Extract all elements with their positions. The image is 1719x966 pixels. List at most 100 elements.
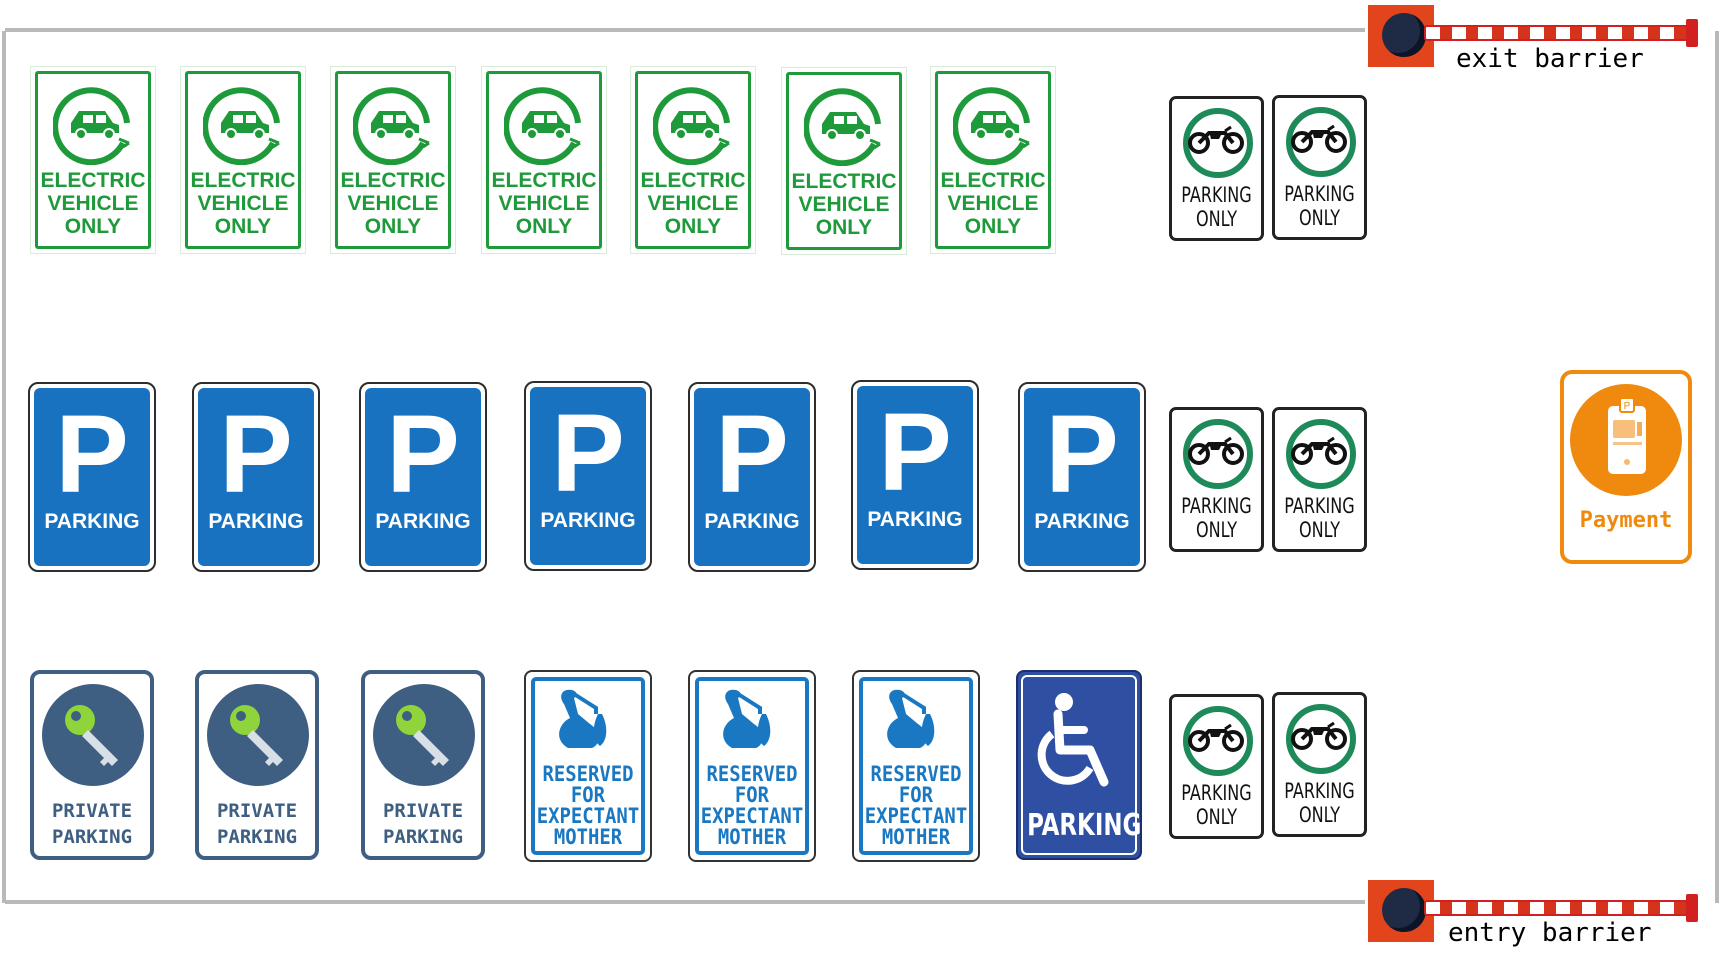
moto-sign-text: PARKING ONLY — [1282, 494, 1358, 542]
key-icon — [230, 705, 283, 766]
ev-sign-line: VEHICLE — [798, 193, 890, 216]
electric-car-icon — [504, 87, 581, 165]
stork-icon — [887, 689, 935, 748]
motorcycle-icon — [1291, 721, 1347, 750]
ev-sign-text: ELECTRIC VEHICLE ONLY — [631, 169, 755, 238]
barrier-arm-end — [1686, 19, 1698, 47]
parking-sign-label: PARKING — [208, 510, 304, 533]
moto-sign-line: ONLY — [1195, 805, 1238, 829]
stork-icon — [559, 689, 607, 748]
lot-border-left — [2, 31, 6, 903]
ev-sign-line: ELECTRIC — [791, 170, 897, 193]
private-sign-text: PRIVATE PARKING — [34, 798, 150, 850]
motorcycle-icon — [1291, 436, 1347, 465]
ev-sign-line: ONLY — [815, 216, 873, 239]
ev-sign-line: ELECTRIC — [640, 169, 746, 192]
payment-machine-icon: P — [1608, 397, 1646, 474]
private-sign-line: PARKING — [51, 826, 133, 848]
sign-panel: P PARKING — [198, 388, 314, 566]
expectant-sign-line: MOTHER — [553, 825, 623, 849]
svg-text:P: P — [1624, 401, 1631, 412]
moto-sign-line: PARKING — [1181, 781, 1252, 805]
ev-only-sign: ELECTRIC VEHICLE ONLY — [781, 67, 907, 255]
parking-sign: P PARKING — [851, 380, 979, 570]
expectant-sign-line: EXPECTANT — [536, 804, 640, 828]
barrier-arm — [1424, 25, 1694, 41]
ev-sign-line: ONLY — [214, 215, 272, 238]
moto-sign-line: ONLY — [1298, 206, 1341, 230]
expectant-sign-line: FOR — [898, 783, 934, 807]
sign-panel: P PARKING — [530, 387, 646, 565]
accessible-parking-sign: PARKING — [1016, 670, 1142, 860]
private-parking-sign: PRIVATE PARKING — [195, 670, 319, 860]
parking-sign: P PARKING — [524, 381, 652, 571]
moto-sign-text: PARKING ONLY — [1282, 779, 1358, 827]
stork-icon — [723, 689, 771, 748]
ev-sign-line: ONLY — [964, 215, 1022, 238]
private-sign-line: PRIVATE — [382, 800, 464, 822]
ev-only-sign: ELECTRIC VEHICLE ONLY — [30, 66, 156, 254]
wheelchair-icon — [1037, 693, 1109, 787]
ev-sign-line: VEHICLE — [347, 192, 439, 215]
expectant-sign-line: RESERVED — [870, 762, 962, 786]
motorcycle-parking-sign: PARKING ONLY — [1169, 96, 1264, 241]
sign-panel: P PARKING — [694, 388, 810, 566]
expectant-sign-line: EXPECTANT — [864, 804, 968, 828]
ev-sign-text: ELECTRIC VEHICLE ONLY — [331, 169, 455, 238]
expectant-sign-text: RESERVED FOR EXPECTANT MOTHER — [532, 764, 644, 848]
parking-p-symbol: P — [386, 393, 460, 516]
ev-sign-line: ELECTRIC — [940, 169, 1046, 192]
private-sign-text: PRIVATE PARKING — [365, 798, 481, 850]
motorcycle-icon — [1188, 436, 1244, 465]
motorcycle-icon — [1188, 125, 1244, 154]
expectant-sign-line: FOR — [734, 783, 770, 807]
moto-sign-line: ONLY — [1298, 518, 1341, 542]
sign-panel: P PARKING — [1024, 388, 1140, 566]
ev-sign-line: ELECTRIC — [491, 169, 597, 192]
moto-sign-line: ONLY — [1195, 207, 1238, 231]
expectant-sign-line: FOR — [570, 783, 606, 807]
ev-sign-line: ONLY — [64, 215, 122, 238]
ev-sign-line: VEHICLE — [197, 192, 289, 215]
ev-only-sign: ELECTRIC VEHICLE ONLY — [330, 66, 456, 254]
lot-border-right — [1715, 31, 1719, 903]
parking-sign-label: PARKING — [1034, 510, 1130, 533]
payment-label: Payment — [1579, 508, 1673, 533]
ev-sign-line: ONLY — [664, 215, 722, 238]
expectant-sign-text: RESERVED FOR EXPECTANT MOTHER — [860, 764, 972, 848]
expectant-sign-line: EXPECTANT — [700, 804, 804, 828]
payment-kiosk[interactable]: P Payment — [1560, 370, 1692, 564]
parking-sign-label: PARKING — [704, 510, 800, 533]
parking-sign-label: PARKING — [867, 508, 963, 531]
ev-sign-line: VEHICLE — [498, 192, 590, 215]
ev-sign-line: VEHICLE — [47, 192, 139, 215]
moto-sign-text: PARKING ONLY — [1179, 781, 1255, 829]
ev-only-sign: ELECTRIC VEHICLE ONLY — [630, 66, 756, 254]
motorcycle-icon — [1291, 124, 1347, 153]
electric-car-icon — [653, 87, 730, 165]
ev-sign-text: ELECTRIC VEHICLE ONLY — [931, 169, 1055, 238]
electric-car-icon — [203, 87, 280, 165]
accessible-sign-label: PARKING — [1027, 808, 1142, 843]
private-sign-line: PARKING — [382, 826, 464, 848]
parking-p-symbol: P — [715, 393, 789, 516]
moto-sign-line: ONLY — [1195, 518, 1238, 542]
parking-p-symbol: P — [551, 392, 625, 515]
ev-sign-line: VEHICLE — [647, 192, 739, 215]
moto-sign-text: PARKING ONLY — [1179, 183, 1255, 231]
ev-sign-text: ELECTRIC VEHICLE ONLY — [31, 169, 155, 238]
electric-car-icon — [953, 87, 1030, 165]
barrier-arm — [1424, 900, 1694, 916]
ev-sign-line: ELECTRIC — [190, 169, 296, 192]
parking-sign-label: PARKING — [540, 509, 636, 532]
moto-sign-line: PARKING — [1181, 494, 1252, 518]
electric-car-icon — [804, 88, 881, 166]
parking-sign: P PARKING — [192, 382, 320, 572]
motorcycle-parking-sign: PARKING ONLY — [1272, 407, 1367, 552]
electric-car-icon — [353, 87, 430, 165]
parking-sign: P PARKING — [359, 382, 487, 572]
private-parking-sign: PRIVATE PARKING — [361, 670, 485, 860]
sign-panel: P PARKING — [34, 388, 150, 566]
key-icon — [396, 705, 449, 766]
motorcycle-icon — [1188, 723, 1244, 752]
